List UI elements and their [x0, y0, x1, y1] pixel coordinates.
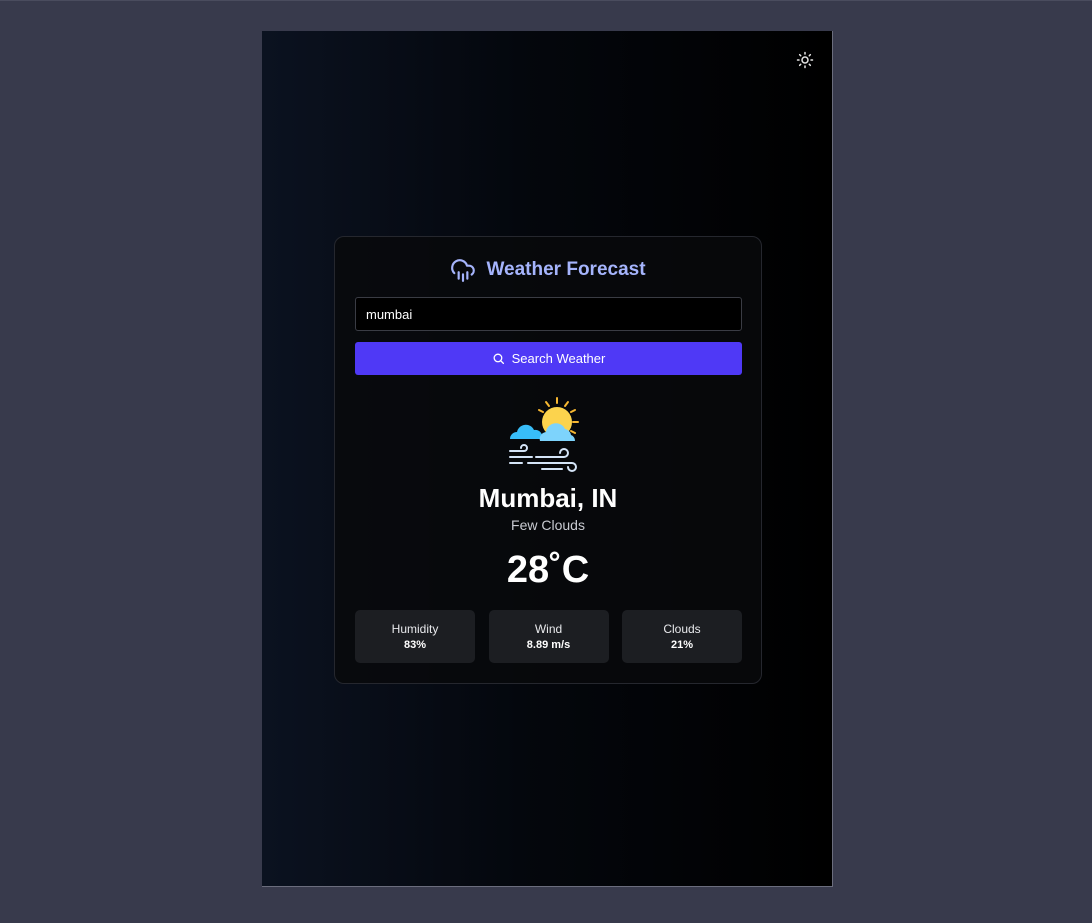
cloud-rain-icon [451, 259, 476, 282]
app-viewport: Weather Forecast Search Weather [262, 31, 833, 887]
weather-stats: Humidity 83% Wind 8.89 m/s Clouds 21% [355, 610, 742, 663]
weather-card: Weather Forecast Search Weather [334, 236, 762, 684]
stat-label: Wind [534, 622, 563, 636]
search-button-label: Search Weather [511, 351, 606, 366]
search-icon [493, 353, 504, 365]
search-weather-button[interactable]: Search Weather [355, 342, 742, 375]
stat-value: 21% [670, 639, 694, 651]
sun-icon [796, 51, 814, 69]
card-header: Weather Forecast [335, 257, 761, 283]
stat-value: 83% [403, 639, 427, 651]
clouds-stat: Clouds 21% [622, 610, 742, 663]
page-title: Weather Forecast [486, 259, 646, 280]
weather-description: Few Clouds [511, 517, 585, 533]
city-name: Mumbai, IN [478, 483, 618, 513]
city-search-input[interactable] [355, 297, 742, 331]
window-top-border [0, 0, 1092, 1]
stat-label: Humidity [391, 622, 439, 636]
theme-toggle-button[interactable] [795, 50, 815, 70]
humidity-stat: Humidity 83% [355, 610, 475, 663]
temperature: 28˚C [506, 549, 590, 591]
partly-cloudy-windy-icon [509, 397, 579, 472]
wind-stat: Wind 8.89 m/s [488, 610, 609, 663]
stat-label: Clouds [663, 622, 701, 636]
stat-value: 8.89 m/s [526, 639, 571, 651]
